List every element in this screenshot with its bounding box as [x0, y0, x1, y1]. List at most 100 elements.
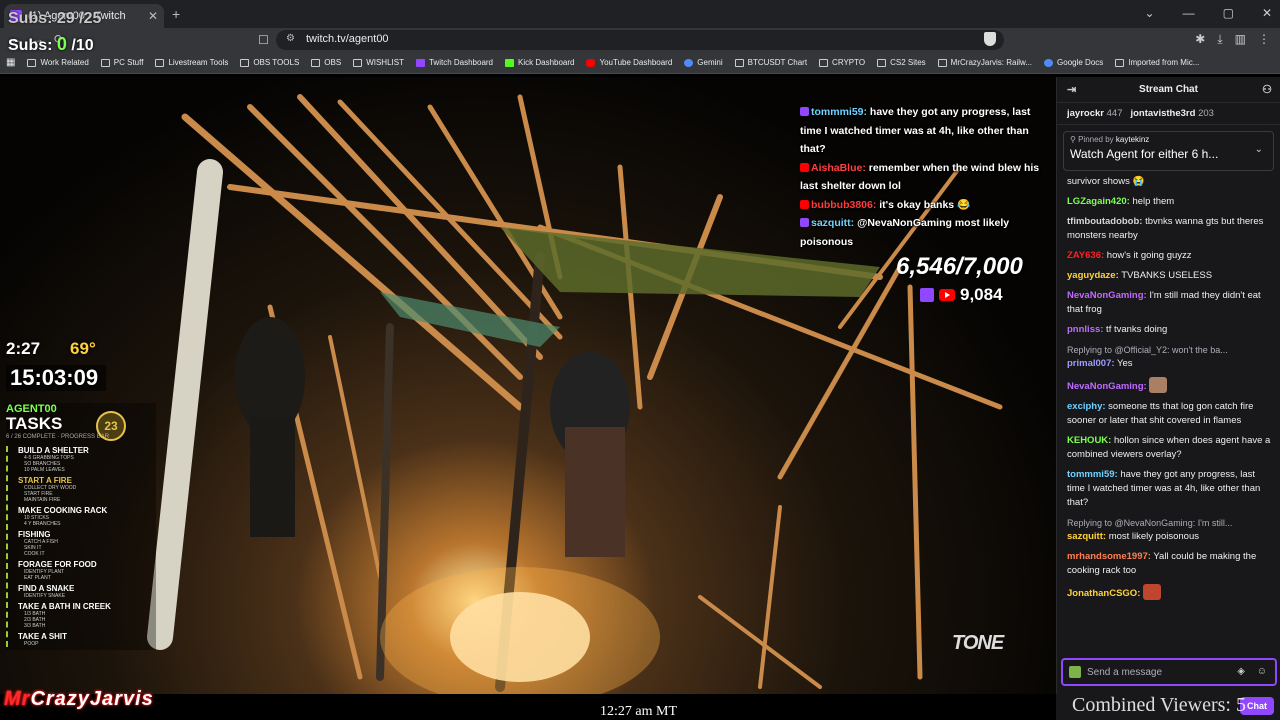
tasks-panel: AGENT00 TASKS 23 6 / 26 COMPLETE · PROGR… — [6, 403, 156, 650]
twitch-logo-icon — [920, 288, 934, 302]
chat-message: survivor shows 😭 — [1067, 176, 1145, 187]
browser-tab-bar: (1) Agent00 - Twitch ✕ + ⌄ — ▢ ✕ — [0, 0, 1280, 28]
bookmark-star-icon[interactable]: ☐ — [258, 33, 269, 47]
chat-title: Stream Chat — [1139, 84, 1198, 95]
chevron-down-icon[interactable]: ⌄ — [1255, 144, 1263, 155]
temperature-value: 69° — [70, 339, 96, 358]
overlay-chat-message: sazquitt: @NevaNonGaming most likely poi… — [800, 217, 1010, 248]
folder-icon — [353, 58, 363, 67]
pinned-text: Watch Agent for either 6 h... — [1070, 147, 1219, 161]
url-text: twitch.tv/agent00 — [306, 33, 389, 45]
extensions-icon[interactable]: ✱ — [1195, 32, 1205, 47]
top-viewer[interactable]: jayrockr 447 — [1067, 108, 1122, 119]
chat-message: Replying to @Official_Y2: won't the ba..… — [1067, 343, 1272, 371]
brave-shields-icon[interactable] — [984, 32, 996, 46]
bookmark-pc-stuff[interactable]: PC Stuff — [100, 58, 143, 67]
gemini-icon — [684, 58, 694, 67]
chat-message: exciphy: someone tts that log gon catch … — [1067, 401, 1254, 426]
bookmark-wishlist[interactable]: WISHLIST — [353, 58, 404, 67]
bookmark-google-docs[interactable]: Google Docs — [1044, 58, 1103, 67]
new-tab-icon[interactable]: + — [172, 6, 180, 22]
viewer-total: 9,084 — [920, 285, 1003, 305]
maximize-icon[interactable]: ▢ — [1223, 6, 1234, 20]
clock-text: 12:27 am MT — [600, 704, 677, 719]
pin-icon: ⚲ — [1070, 135, 1076, 144]
folder-icon — [877, 58, 887, 67]
youtube-badge-icon — [800, 162, 809, 172]
bookmark-youtube-dashboard[interactable]: YouTube Dashboard — [586, 58, 672, 67]
apps-grid-icon[interactable]: ▦ — [6, 57, 15, 68]
bits-icon[interactable]: ◈ — [1237, 666, 1245, 677]
bookmark-twitch-dashboard[interactable]: Twitch Dashboard — [415, 58, 493, 67]
bookmark-kick-dashboard[interactable]: Kick Dashboard — [505, 58, 574, 67]
pinned-message[interactable]: ⚲ Pinned by kaytekinz Watch Agent for ei… — [1063, 131, 1274, 171]
folder-icon — [1115, 58, 1125, 67]
kick-icon — [505, 58, 514, 67]
chat-message: Replying to @NevaNonGaming: I'm still...… — [1067, 516, 1272, 544]
task-item: FORAGE FOR FOOD IDENTIFY PLANT EAT PLANT — [18, 560, 97, 581]
bookmark-work-related[interactable]: Work Related — [27, 58, 89, 67]
bookmark-gemini[interactable]: Gemini — [684, 58, 723, 67]
close-window-icon[interactable]: ✕ — [1262, 6, 1272, 20]
url-field[interactable]: ⚙ twitch.tv/agent00 — [276, 30, 1004, 50]
menu-icon[interactable]: ⋮ — [1258, 32, 1270, 47]
chat-message: JonathanCSGO: — [1067, 584, 1272, 601]
viewer-goal: 6,546/7,000 — [896, 253, 1023, 280]
bookmark-livestream-tools[interactable]: Livestream Tools — [155, 58, 228, 67]
bookmark-obs[interactable]: OBS — [311, 58, 341, 67]
youtube-logo-icon — [939, 289, 955, 301]
chat-input-placeholder: Send a message — [1087, 666, 1163, 678]
subs-current: 0 — [56, 34, 67, 54]
bookmark-obs-tools[interactable]: OBS TOOLS — [240, 58, 299, 67]
task-item: TAKE A BATH IN CREEK 1/3 BATH 2/3 BATH 3/3 … — [18, 602, 111, 629]
bookmark-cs2-sites[interactable]: CS2 Sites — [877, 58, 926, 67]
chat-header: ⇥ Stream Chat ⚇ — [1057, 77, 1280, 103]
bookmark-btcusdt-chart[interactable]: BTCUSDT Chart — [734, 58, 807, 67]
bookmark-mrcrazyjarvis[interactable]: MrCrazyJarvis: Railw... — [937, 58, 1032, 67]
chat-message-input[interactable]: Send a message ◈ ☺ — [1061, 658, 1277, 686]
address-bar: ←→⟳ ☐ ⚙ twitch.tv/agent00 ✱ ⤓ ▥ ⋮ — [0, 28, 1280, 52]
badge-icon[interactable] — [1069, 666, 1081, 678]
chat-messages: survivor shows 😭 LGZagain420: help them … — [1057, 175, 1280, 601]
task-item-done: START A FIRE COLLECT DRY WOOD START FIRE MA… — [18, 476, 77, 503]
folder-icon — [27, 58, 37, 67]
pinned-by: ⚲ Pinned by kaytekinz — [1070, 135, 1150, 144]
chat-message: yaguydaze: TVBANKS USELESS — [1067, 270, 1213, 281]
folder-icon — [311, 58, 321, 67]
timer-value: 2:27 — [6, 339, 41, 358]
collapse-chat-icon[interactable]: ⇥ — [1067, 83, 1076, 96]
sidebar-icon[interactable]: ▥ — [1235, 32, 1246, 47]
emote-icon — [1143, 584, 1162, 600]
bookmark-imported[interactable]: Imported from Mic... — [1115, 58, 1199, 67]
site-info-icon[interactable]: ⚙ — [286, 33, 295, 44]
emote-icon — [1149, 377, 1168, 393]
extension-icons: ✱ ⤓ ▥ ⋮ — [1195, 32, 1270, 47]
chat-message: tfimboutadobob: tbvnks wanna gts but the… — [1067, 216, 1264, 241]
folder-icon — [819, 58, 829, 67]
top-viewer[interactable]: jontavisthe3rd 203 — [1130, 108, 1213, 119]
community-icon[interactable]: ⚇ — [1262, 83, 1272, 96]
emote-picker-icon[interactable]: ☺ — [1257, 666, 1267, 677]
chart-icon — [734, 58, 744, 67]
task-item: BUILD A SHELTER 4-5 GRABBING TOPS SO BRANC… — [18, 446, 89, 473]
close-tab-icon[interactable]: ✕ — [148, 9, 158, 23]
reply-context[interactable]: Replying to @Official_Y2: won't the ba..… — [1067, 343, 1272, 357]
tab-search-icon[interactable]: ⌄ — [1145, 6, 1155, 20]
reply-context[interactable]: Replying to @NevaNonGaming: I'm still... — [1067, 516, 1272, 530]
chat-message: pnnliss: tf tvanks doing — [1067, 324, 1168, 335]
folder-icon — [155, 58, 165, 67]
tone-logo: TONE — [952, 632, 1004, 654]
window-controls: ⌄ — ▢ ✕ — [1145, 6, 1272, 20]
minimize-icon[interactable]: — — [1183, 6, 1195, 20]
overlay-chat-message: AishaBlue: remember when the wind blew h… — [800, 161, 1040, 192]
chat-message: KEHOUK: hollon since when does agent hav… — [1067, 435, 1271, 460]
bookmark-crypto[interactable]: CRYPTO — [819, 58, 865, 67]
download-icon[interactable]: ⤓ — [1217, 32, 1222, 47]
subs-goal: /10 — [71, 37, 94, 54]
chat-message: NevaNonGaming: — [1067, 377, 1272, 394]
chat-message: LGZagain420: help them — [1067, 196, 1175, 207]
subs-goal-counter: Subs: 0 /10 — [8, 34, 94, 55]
bookmarks-bar: ▦ Work Related PC Stuff Livestream Tools… — [0, 52, 1280, 74]
stream-video[interactable]: tommmi59: have they got any progress, la… — [0, 77, 1056, 694]
task-item: FISHING CATCH A FISH SKIN IT COOK IT — [18, 530, 58, 557]
